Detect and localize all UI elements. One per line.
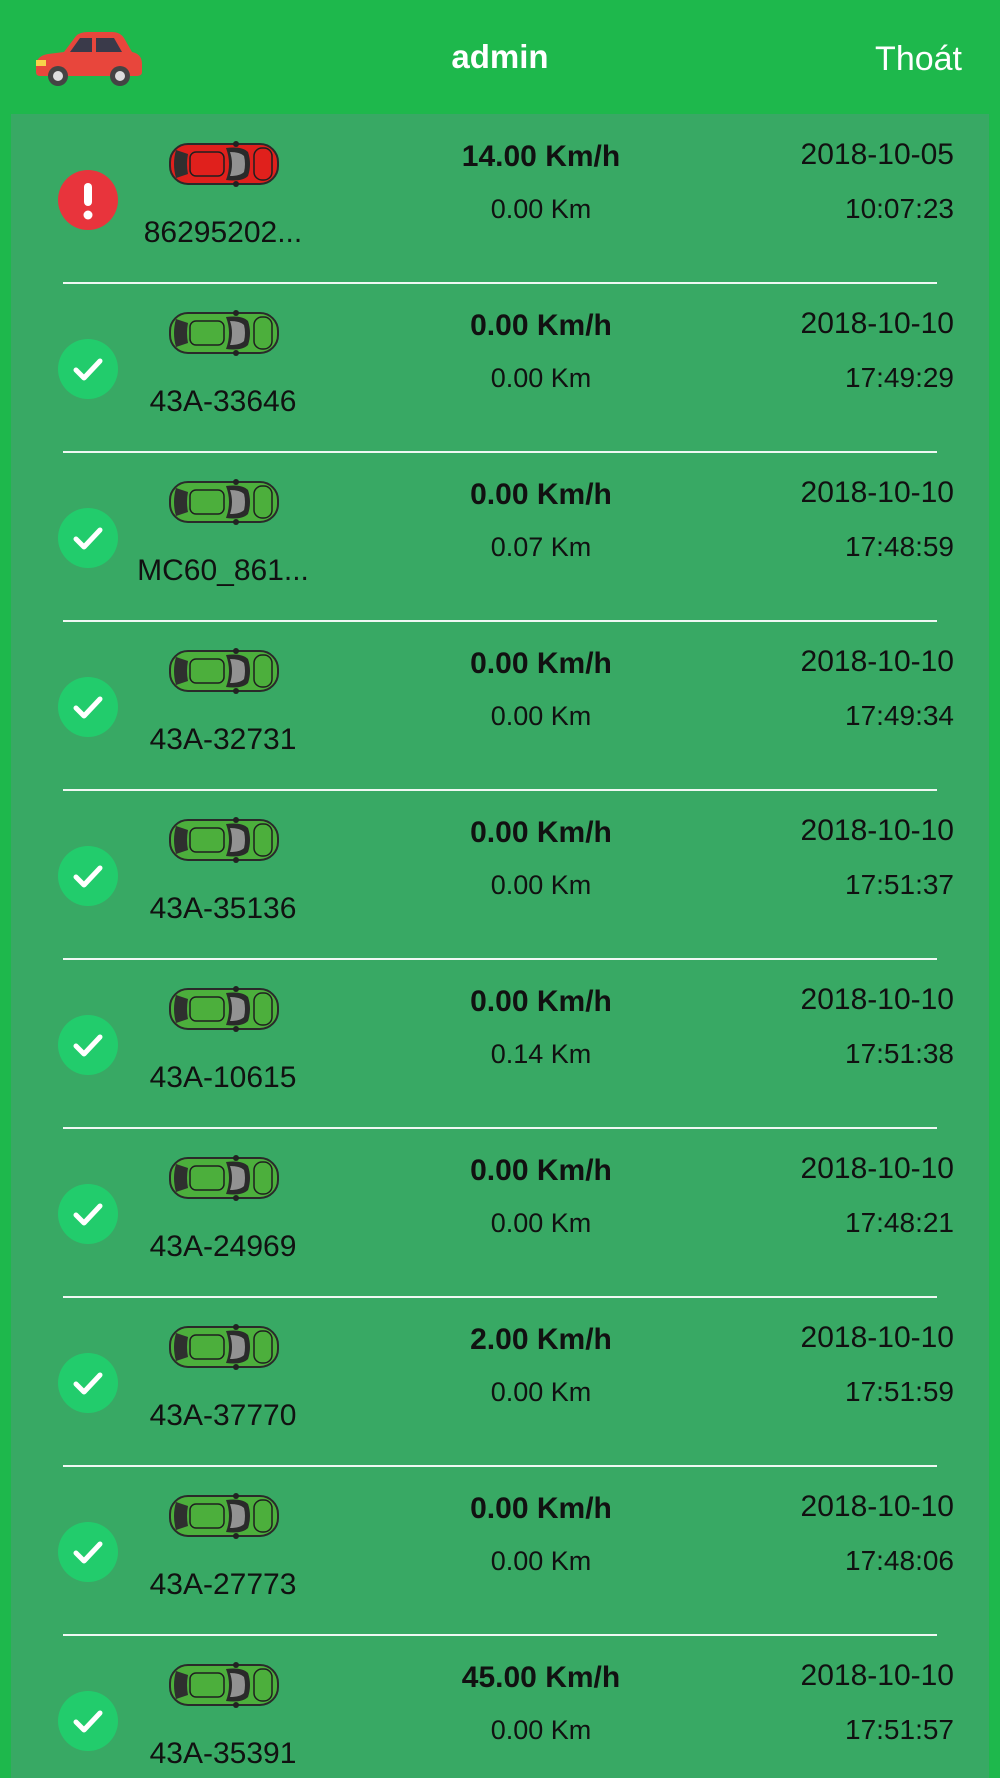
vehicle-time: 17:48:06 (845, 1545, 954, 1576)
check-icon (73, 1034, 103, 1057)
car-icon (169, 479, 279, 525)
vehicle-speed: 0.00 Km/h (470, 309, 612, 342)
check-icon (73, 527, 103, 550)
vehicle-distance: 0.14 Km (490, 1039, 592, 1069)
vehicle-time: 17:49:29 (845, 362, 954, 393)
vehicle-plate: 43A-35136 (149, 892, 297, 925)
vehicle-plate: 86295202... (143, 216, 303, 249)
logout-button[interactable]: Thoát (875, 40, 962, 79)
vehicle-row[interactable]: 43A-37770 2.00 Km/h 0.00 Km 2018-10-10 17:51… (11, 1297, 989, 1466)
vehicle-distance: 0.00 Km (490, 1377, 592, 1407)
vehicle-date: 2018-10-10 (800, 307, 954, 340)
vehicle-speed: 14.00 Km/h (461, 140, 621, 173)
vehicle-speed: 0.00 Km/h (470, 985, 612, 1018)
status-badge (58, 846, 118, 906)
vehicle-date: 2018-10-05 (800, 138, 954, 171)
vehicle-time: 17:51:59 (845, 1376, 954, 1407)
vehicle-date: 2018-10-10 (800, 814, 954, 847)
status-badge (58, 1691, 118, 1751)
status-badge (58, 1184, 118, 1244)
vehicle-speed: 0.00 Km/h (470, 1492, 612, 1525)
car-icon (169, 1662, 279, 1708)
vehicle-plate: 43A-35391 (149, 1737, 297, 1770)
vehicle-plate: 43A-27773 (149, 1568, 297, 1601)
vehicle-time: 17:51:57 (845, 1714, 954, 1745)
vehicle-distance: 0.00 Km (490, 194, 592, 224)
check-icon (73, 865, 103, 888)
check-icon (73, 1710, 103, 1733)
vehicle-plate: 43A-33646 (149, 385, 297, 418)
vehicle-time: 17:51:37 (845, 869, 954, 900)
vehicle-plate: MC60_861... (137, 554, 309, 587)
status-badge (58, 677, 118, 737)
vehicle-speed: 0.00 Km/h (470, 478, 612, 511)
vehicle-time: 10:07:23 (845, 193, 954, 224)
vehicle-row[interactable]: 43A-27773 0.00 Km/h 0.00 Km 2018-10-10 17:48… (11, 1466, 989, 1635)
check-icon (73, 1541, 103, 1564)
car-icon (169, 1155, 279, 1201)
car-icon (169, 310, 279, 356)
vehicle-distance: 0.00 Km (490, 1546, 592, 1576)
vehicle-time: 17:49:34 (845, 700, 954, 731)
check-icon (73, 696, 103, 719)
vehicle-speed: 0.00 Km/h (470, 647, 612, 680)
app-header: admin Thoát (0, 0, 1000, 114)
vehicle-date: 2018-10-10 (800, 1152, 954, 1185)
status-badge (58, 508, 118, 568)
check-icon (73, 1372, 103, 1395)
vehicle-row[interactable]: 43A-35391 45.00 Km/h 0.00 Km 2018-10-10 17:5… (11, 1635, 989, 1778)
status-badge (58, 339, 118, 399)
vehicle-distance: 0.00 Km (490, 701, 592, 731)
vehicle-date: 2018-10-10 (800, 1490, 954, 1523)
vehicle-row[interactable]: 43A-24969 0.00 Km/h 0.00 Km 2018-10-10 17:48… (11, 1128, 989, 1297)
vehicle-distance: 0.00 Km (490, 1208, 592, 1238)
vehicle-plate: 43A-10615 (149, 1061, 297, 1094)
vehicle-row[interactable]: 86295202... 14.00 Km/h 0.00 Km 2018-10-05 10… (11, 114, 989, 283)
exclamation-icon (83, 183, 93, 220)
status-badge (58, 1353, 118, 1413)
car-icon (169, 817, 279, 863)
check-icon (73, 358, 103, 381)
car-icon (169, 986, 279, 1032)
vehicle-speed: 2.00 Km/h (470, 1323, 612, 1356)
vehicle-row[interactable]: 43A-10615 0.00 Km/h 0.14 Km 2018-10-10 17:51… (11, 959, 989, 1128)
vehicle-time: 17:48:59 (845, 531, 954, 562)
vehicle-speed: 0.00 Km/h (470, 1154, 612, 1187)
vehicle-plate: 43A-32731 (149, 723, 297, 756)
status-badge (58, 1015, 118, 1075)
page-title: admin (451, 38, 549, 75)
car-icon (169, 141, 279, 187)
vehicle-distance: 0.00 Km (490, 363, 592, 393)
vehicle-distance: 0.00 Km (490, 870, 592, 900)
vehicle-time: 17:48:21 (845, 1207, 954, 1238)
vehicle-row[interactable]: MC60_861... 0.00 Km/h 0.07 Km 2018-10-10 17:… (11, 452, 989, 621)
vehicle-plate: 43A-37770 (149, 1399, 297, 1432)
vehicle-row[interactable]: 43A-32731 0.00 Km/h 0.00 Km 2018-10-10 17:49… (11, 621, 989, 790)
vehicle-distance: 0.00 Km (490, 1715, 592, 1745)
car-icon (169, 1324, 279, 1370)
vehicle-distance: 0.07 Km (490, 532, 592, 562)
check-icon (73, 1203, 103, 1226)
vehicle-speed: 0.00 Km/h (470, 816, 612, 849)
vehicle-date: 2018-10-10 (800, 1321, 954, 1354)
vehicle-date: 2018-10-10 (800, 983, 954, 1016)
status-badge (58, 1522, 118, 1582)
vehicle-row[interactable]: 43A-33646 0.00 Km/h 0.00 Km 2018-10-10 17:49… (11, 283, 989, 452)
vehicle-date: 2018-10-10 (800, 645, 954, 678)
car-icon (169, 648, 279, 694)
vehicle-list: 86295202... 14.00 Km/h 0.00 Km 2018-10-05 10… (11, 114, 989, 1778)
vehicle-date: 2018-10-10 (800, 476, 954, 509)
vehicle-row[interactable]: 43A-35136 0.00 Km/h 0.00 Km 2018-10-10 17:51… (11, 790, 989, 959)
car-icon (169, 1493, 279, 1539)
status-badge (58, 170, 118, 230)
vehicle-time: 17:51:38 (845, 1038, 954, 1069)
vehicle-plate: 43A-24969 (149, 1230, 297, 1263)
vehicle-speed: 45.00 Km/h (461, 1661, 621, 1694)
vehicle-date: 2018-10-10 (800, 1659, 954, 1692)
